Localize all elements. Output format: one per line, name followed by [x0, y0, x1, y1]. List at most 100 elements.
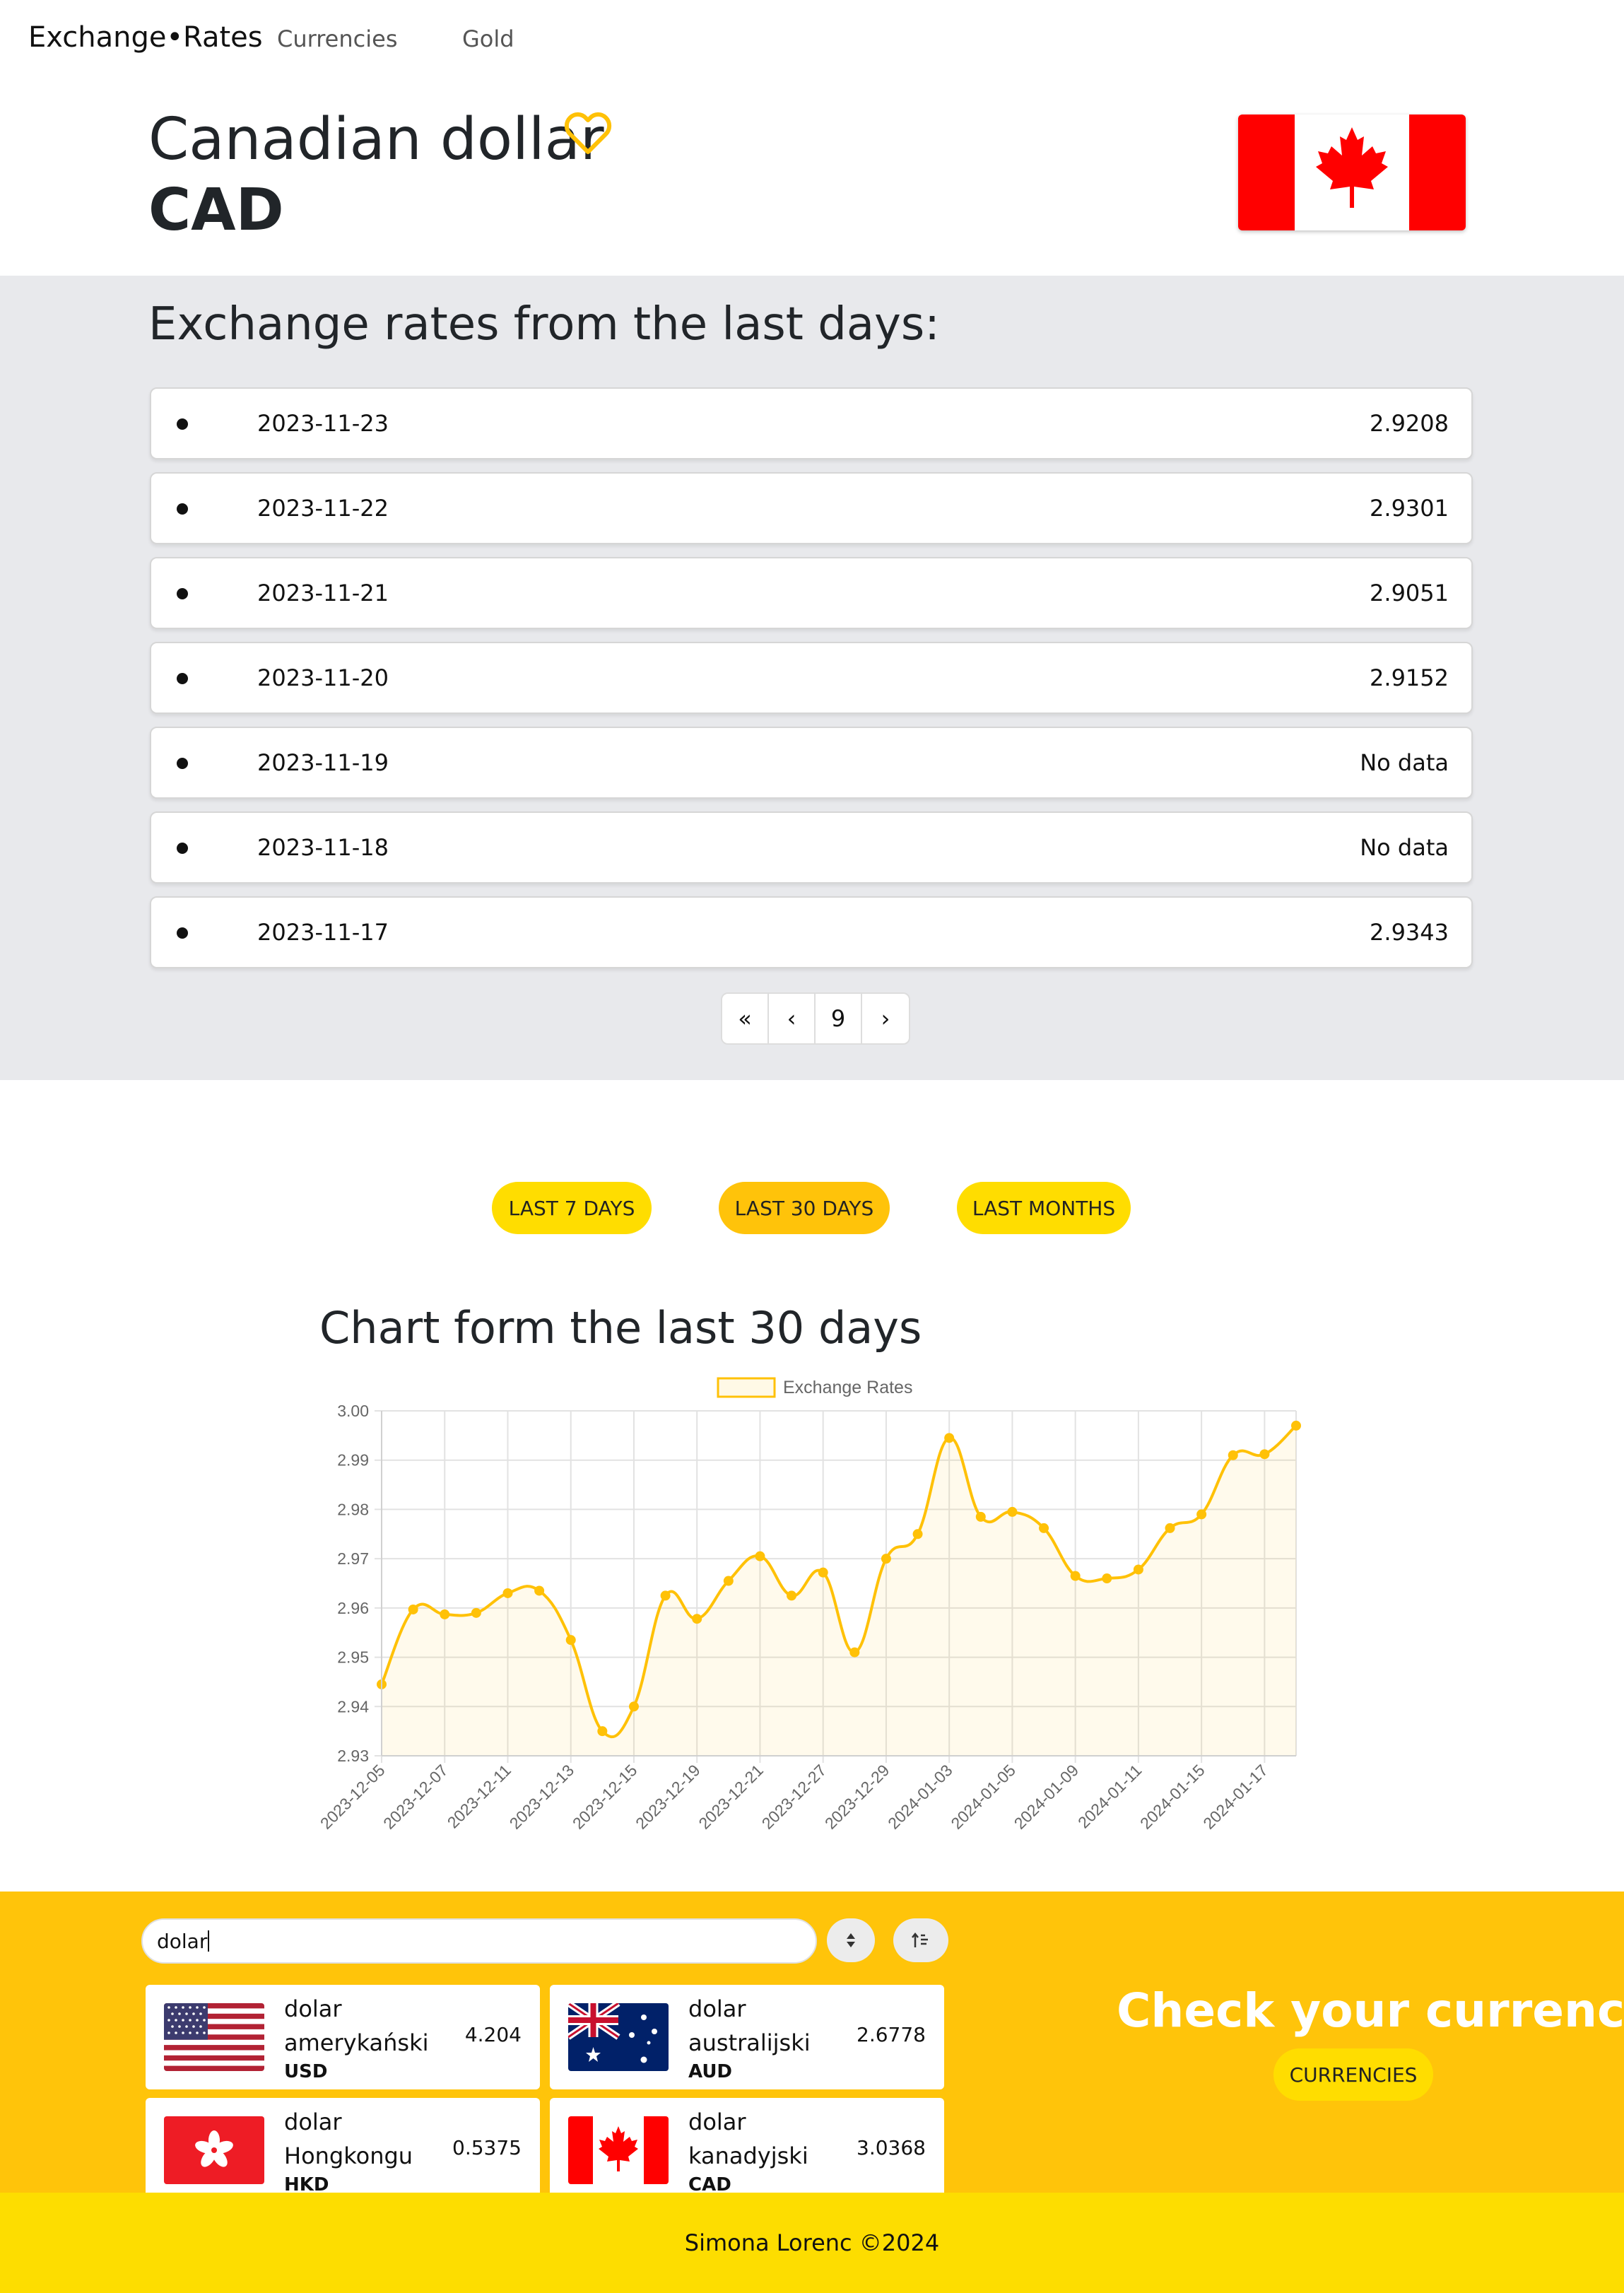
- chart-title: Chart form the last 30 days: [319, 1302, 922, 1354]
- x-tick-label: 2023-12-19: [632, 1761, 704, 1833]
- x-tick-label: 2023-12-05: [317, 1761, 389, 1833]
- list-item: 2023-11-18 No data: [150, 811, 1473, 884]
- currencies-button[interactable]: CURRENCIES: [1273, 2048, 1433, 2101]
- data-point: [502, 1588, 513, 1598]
- rate-value: 2.9343: [1370, 919, 1449, 946]
- data-point: [1228, 1450, 1238, 1460]
- heart-icon[interactable]: [563, 107, 613, 158]
- rates-title: Exchange rates from the last days:: [148, 298, 940, 351]
- last-months-button[interactable]: LAST MONTHS: [957, 1182, 1131, 1234]
- x-tick-label: 2023-12-11: [444, 1761, 514, 1831]
- sort-field-button[interactable]: [827, 1918, 875, 1962]
- x-tick-label: 2024-01-17: [1199, 1761, 1271, 1833]
- data-point: [692, 1614, 702, 1624]
- brand-logo[interactable]: Exchange•Rates: [28, 21, 263, 54]
- rate-value: 2.9152: [1370, 664, 1449, 691]
- promo-title: Check your currency!: [1117, 1983, 1624, 2038]
- bullet-icon: [177, 843, 188, 854]
- x-tick-label: 2023-12-15: [569, 1761, 641, 1833]
- x-tick-label: 2024-01-03: [884, 1761, 956, 1833]
- rate-value: 2.9301: [1370, 495, 1449, 522]
- rate-value: No data: [1360, 749, 1449, 776]
- next-page-button[interactable]: ›: [862, 994, 909, 1043]
- first-page-button[interactable]: «: [722, 994, 769, 1043]
- last-30-days-button[interactable]: LAST 30 DAYS: [719, 1182, 890, 1234]
- data-point: [565, 1635, 576, 1646]
- sort-direction-button[interactable]: [893, 1918, 948, 1962]
- prev-page-button[interactable]: ‹: [769, 994, 816, 1043]
- currency-card-usd[interactable]: dolar amerykański USD 4.204: [146, 1985, 540, 2089]
- usa-flag: [164, 2003, 264, 2071]
- data-point: [1259, 1449, 1270, 1460]
- bullet-icon: [177, 418, 188, 430]
- bullet-icon: [177, 758, 188, 769]
- search-input-value: dolar: [157, 1929, 208, 1953]
- data-point: [1039, 1523, 1049, 1533]
- data-point: [1291, 1420, 1301, 1431]
- data-point: [534, 1585, 545, 1596]
- x-tick-label: 2023-12-13: [506, 1761, 578, 1833]
- data-point: [1070, 1571, 1081, 1581]
- x-tick-label: 2024-01-15: [1136, 1761, 1208, 1833]
- currency-card-name: dolar amerykański: [284, 1995, 429, 2056]
- sort-direction-icon: [912, 1932, 928, 1947]
- currency-card-code: CAD: [688, 2174, 731, 2193]
- currency-card-code: AUD: [688, 2061, 733, 2082]
- y-tick-label: 3.00: [337, 1402, 369, 1420]
- legend-label: Exchange Rates: [783, 1378, 912, 1397]
- last-7-days-button[interactable]: LAST 7 DAYS: [492, 1182, 652, 1234]
- y-tick-label: 2.97: [337, 1549, 369, 1568]
- currency-card-value: 4.204: [464, 2023, 522, 2046]
- list-item: 2023-11-22 2.9301: [150, 472, 1473, 544]
- x-tick-label: 2024-01-11: [1074, 1761, 1145, 1831]
- sort-icon: [847, 1933, 855, 1947]
- footer: Simona Lorenc ©2024: [0, 2193, 1624, 2293]
- nav-link-gold[interactable]: Gold: [462, 25, 514, 52]
- currency-card-cad[interactable]: dolar kanadyjski CAD 3.0368: [550, 2098, 944, 2193]
- currency-card-hkd[interactable]: dolar Hongkongu HKD 0.5375: [146, 2098, 540, 2193]
- x-tick-label: 2023-12-27: [758, 1761, 830, 1833]
- data-point: [660, 1590, 671, 1601]
- bullet-icon: [177, 927, 188, 939]
- y-tick-label: 2.93: [337, 1747, 369, 1765]
- list-item: 2023-11-23 2.9208: [150, 387, 1473, 459]
- data-point: [1196, 1509, 1207, 1520]
- bullet-icon: [177, 588, 188, 599]
- footer-copyright: Simona Lorenc ©2024: [684, 2229, 940, 2256]
- y-tick-label: 2.96: [337, 1599, 369, 1617]
- data-point: [723, 1576, 734, 1586]
- series-area: [382, 1425, 1296, 1756]
- y-tick-label: 2.99: [337, 1451, 369, 1470]
- data-point: [440, 1609, 450, 1619]
- hong-kong-flag: [164, 2116, 264, 2184]
- rate-date: 2023-11-20: [257, 664, 389, 691]
- bullet-icon: [177, 673, 188, 684]
- list-item: 2023-11-17 2.9343: [150, 896, 1473, 968]
- pagination: « ‹ 9 ›: [721, 992, 910, 1045]
- data-point: [471, 1607, 481, 1618]
- currency-card-aud[interactable]: dolar australijski AUD 2.6778: [550, 1985, 944, 2089]
- rate-date: 2023-11-21: [257, 580, 389, 606]
- data-point: [912, 1529, 923, 1540]
- exchange-rate-chart: Exchange Rates 3.00 2.99 2.98 2.97 2.96 2.95 2.…: [317, 1377, 1301, 1833]
- data-point: [944, 1433, 955, 1443]
- x-tick-label: 2023-12-07: [379, 1761, 452, 1833]
- x-tick-label: 2024-01-09: [1011, 1761, 1083, 1833]
- list-item: 2023-11-21 2.9051: [150, 557, 1473, 629]
- x-tick-label: 2023-12-29: [821, 1761, 893, 1833]
- rate-value: No data: [1360, 834, 1449, 861]
- search-input[interactable]: dolar: [141, 1918, 817, 1964]
- currency-card-name: dolar kanadyjski: [688, 2109, 808, 2169]
- list-item: 2023-11-20 2.9152: [150, 642, 1473, 714]
- current-page[interactable]: 9: [816, 994, 862, 1043]
- canada-flag: [1238, 115, 1466, 230]
- rates-section: Exchange rates from the last days: 2023-…: [0, 276, 1624, 1080]
- rate-value: 2.9051: [1370, 580, 1449, 606]
- list-item: 2023-11-19 No data: [150, 727, 1473, 799]
- x-tick-label: 2024-01-05: [947, 1761, 1019, 1833]
- data-point: [881, 1554, 891, 1564]
- currency-card-code: USD: [284, 2061, 328, 2082]
- bullet-icon: [177, 503, 188, 515]
- nav-link-currencies[interactable]: Currencies: [277, 25, 397, 52]
- rate-date: 2023-11-19: [257, 749, 389, 776]
